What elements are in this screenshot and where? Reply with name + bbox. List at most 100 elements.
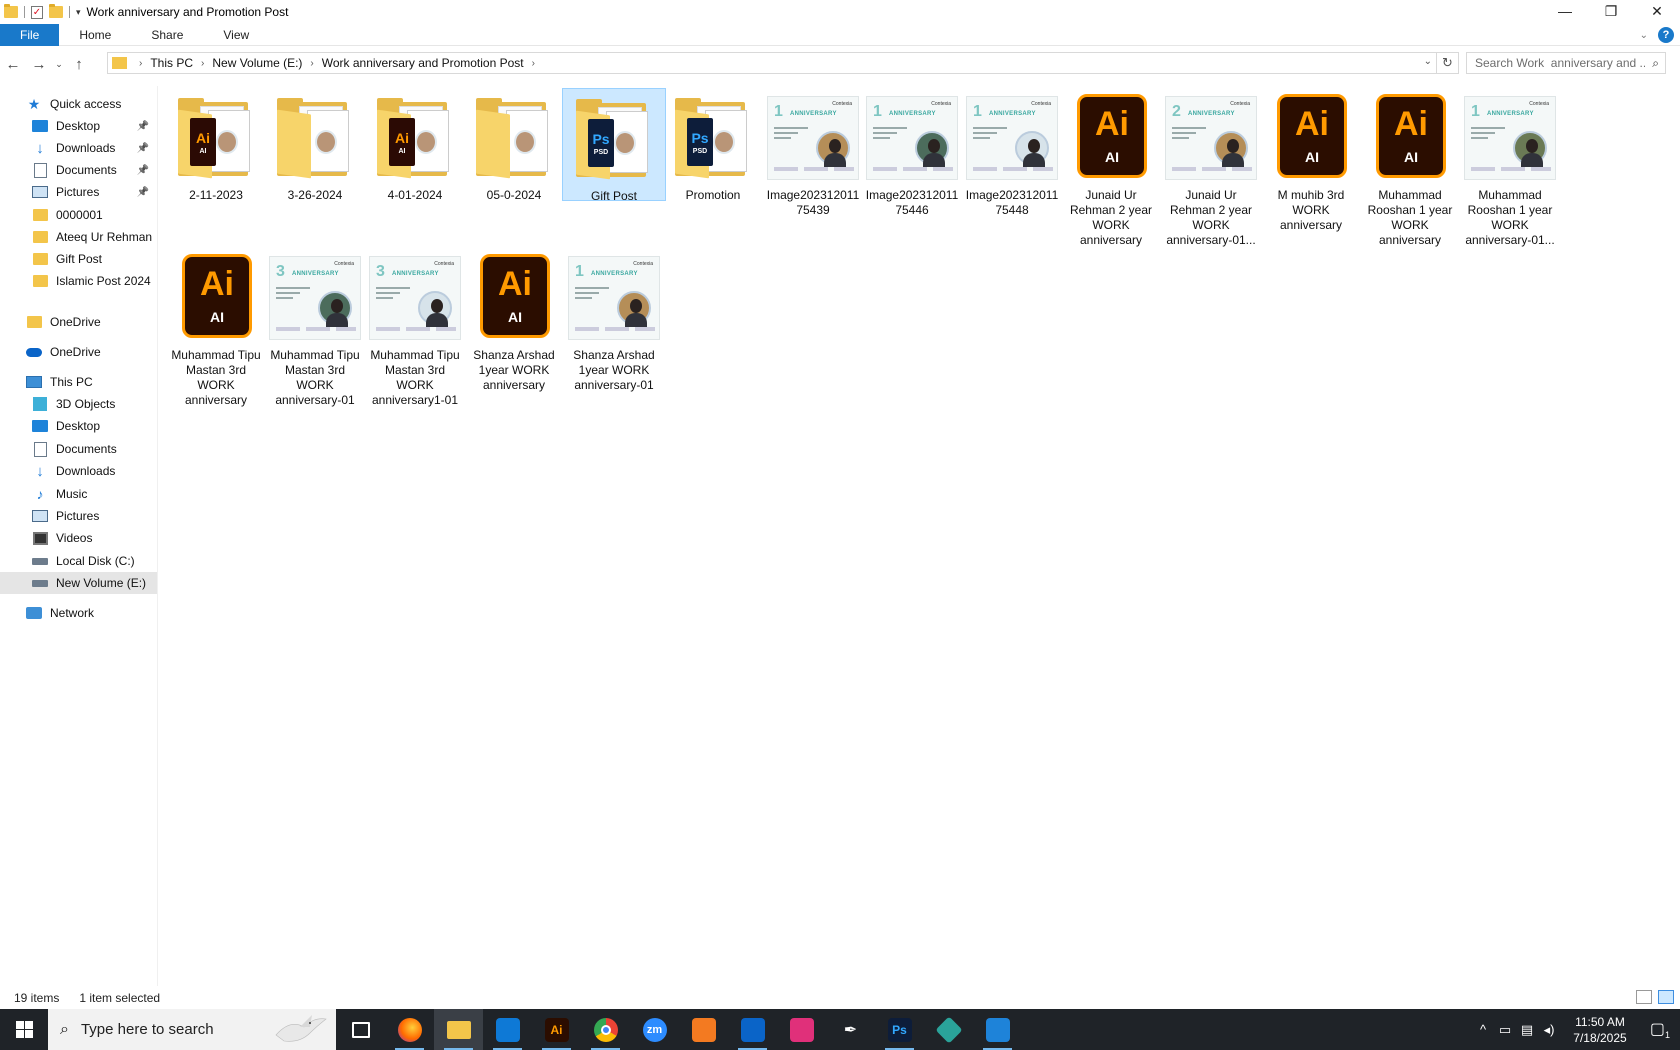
breadcrumb-current-folder[interactable]: Work anniversary and Promotion Post	[318, 56, 528, 70]
forward-arrow-icon[interactable]: →	[26, 52, 52, 76]
restore-button[interactable]: ❐	[1588, 0, 1634, 22]
sidebar-item-new-volume-e[interactable]: New Volume (E:)	[0, 572, 157, 594]
sidebar-item-gift-post[interactable]: Gift Post	[0, 248, 157, 270]
tab-view[interactable]: View	[203, 24, 269, 46]
breadcrumb-this-pc[interactable]: This PC	[146, 56, 197, 70]
new-folder-icon[interactable]	[49, 4, 63, 18]
help-icon[interactable]: ?	[1658, 27, 1674, 43]
sidebar-item-documents[interactable]: Documents	[0, 438, 157, 460]
file-item[interactable]: 05-0-2024	[462, 88, 566, 203]
sidebar-item-label: New Volume (E:)	[56, 576, 147, 590]
search-input[interactable]	[1475, 56, 1645, 70]
tab-file[interactable]: File	[0, 23, 60, 46]
ai-logo-text: Ai	[1394, 105, 1428, 143]
pin-icon[interactable]: 📌	[137, 165, 149, 176]
network-status-icon[interactable]: ▤	[1516, 1022, 1538, 1038]
taskbar-app-zoom[interactable]: zm	[630, 1009, 679, 1050]
file-item[interactable]: Ps PSD Promotion	[661, 88, 765, 203]
sidebar-item-desktop[interactable]: Desktop	[0, 415, 157, 437]
refresh-icon[interactable]: ↻	[1437, 52, 1459, 74]
close-button[interactable]: ✕	[1634, 0, 1680, 22]
taskbar-app-creative-cloud[interactable]	[777, 1009, 826, 1050]
taskbar-app-firefox[interactable]	[385, 1009, 434, 1050]
display-icon[interactable]: ▭	[1494, 1022, 1516, 1038]
address-bar[interactable]: › This PC › New Volume (E:) › Work anniv…	[107, 52, 1437, 74]
minimize-button[interactable]: —	[1542, 0, 1588, 22]
taskbar-app-outlook[interactable]	[728, 1009, 777, 1050]
sidebar-item-videos[interactable]: Videos	[0, 527, 157, 549]
start-button[interactable]	[0, 1009, 48, 1050]
sidebar-item-quick-access[interactable]: ★ Quick access	[0, 93, 157, 115]
file-item[interactable]: 2 ANNIVERSARY Contexia Junaid Ur Rehman 2 y…	[1159, 88, 1263, 248]
sidebar-item-pictures[interactable]: Pictures	[0, 505, 157, 527]
pin-icon[interactable]: 📌	[137, 121, 149, 132]
breadcrumb-chevron-icon[interactable]: ›	[135, 58, 146, 69]
details-view-icon[interactable]	[1636, 990, 1652, 1004]
pin-icon[interactable]: 📌	[137, 143, 149, 154]
file-item[interactable]: 1 ANNIVERSARY Contexia Shanza Arshad 1year …	[562, 248, 666, 393]
back-arrow-icon[interactable]: ←	[0, 52, 26, 76]
file-item[interactable]: Ai AI 2-11-2023	[164, 88, 268, 203]
customize-toolbar-icon[interactable]: ▾	[76, 7, 81, 18]
file-item[interactable]: Ai AI Junaid Ur Rehman 2 year WORK anniver…	[1059, 88, 1163, 248]
properties-icon[interactable]: ✓	[31, 5, 43, 19]
tab-share[interactable]: Share	[131, 24, 203, 46]
breadcrumb-chevron-icon[interactable]: ›	[306, 58, 317, 69]
tab-home[interactable]: Home	[59, 24, 131, 46]
file-item[interactable]: 3-26-2024	[263, 88, 367, 203]
sidebar-item-islamic-post-2024[interactable]: Islamic Post 2024	[0, 270, 157, 292]
sidebar-item-music[interactable]: ♪ Music	[0, 483, 157, 505]
address-dropdown-icon[interactable]: ⌄	[1424, 56, 1432, 67]
file-item[interactable]: Ai AI M muhib 3rd WORK anniversary	[1259, 88, 1363, 233]
volume-icon[interactable]: ◂)	[1538, 1022, 1560, 1038]
pin-icon[interactable]: 📌	[137, 187, 149, 198]
breadcrumb-chevron-icon[interactable]: ›	[197, 58, 208, 69]
breadcrumb-chevron-icon[interactable]: ›	[528, 58, 539, 69]
up-arrow-icon[interactable]: ↑	[66, 52, 92, 76]
file-item[interactable]: 1 ANNIVERSARY Contexia Image202312011 75446	[860, 88, 964, 218]
notification-icon[interactable]: ▢1	[1640, 1019, 1680, 1040]
taskbar-app-illustrator[interactable]: Ai	[532, 1009, 581, 1050]
taskbar-search[interactable]: ⌕ Type here to search	[48, 1009, 336, 1050]
file-item[interactable]: Ai AI Muhammad Rooshan 1 year WORK anniver…	[1358, 88, 1462, 248]
sidebar-item-ateeq-ur-rehman[interactable]: Ateeq Ur Rehman	[0, 226, 157, 248]
file-item[interactable]: 1 ANNIVERSARY Contexia Muhammad Rooshan 1 y…	[1458, 88, 1562, 248]
taskbar-app-pen-tool[interactable]: ✒	[826, 1009, 875, 1050]
search-box[interactable]: ⌕	[1466, 52, 1666, 74]
recent-locations-chevron-icon[interactable]: ⌄	[52, 52, 66, 76]
taskbar-app-xampp[interactable]	[679, 1009, 728, 1050]
sidebar-item-pictures[interactable]: Pictures 📌	[0, 181, 157, 203]
taskbar-app-chrome[interactable]	[581, 1009, 630, 1050]
sidebar-item-0000001[interactable]: 0000001	[0, 204, 157, 226]
sidebar-item-onedrive-personal[interactable]: OneDrive	[0, 311, 157, 333]
clock[interactable]: 11:50 AM 7/18/2025	[1560, 1014, 1640, 1046]
sidebar-item-3d-objects[interactable]: 3D Objects	[0, 393, 157, 415]
sidebar-item-downloads[interactable]: ↓ Downloads	[0, 460, 157, 482]
large-icons-view-icon[interactable]	[1658, 990, 1674, 1004]
file-item[interactable]: 1 ANNIVERSARY Contexia Image202312011 75448	[960, 88, 1064, 218]
sidebar-item-this-pc[interactable]: This PC	[0, 371, 157, 393]
taskbar-app-vscode[interactable]	[483, 1009, 532, 1050]
taskbar-app-file-explorer[interactable]	[434, 1009, 483, 1050]
file-item[interactable]: Ai AI Shanza Arshad 1year WORK anniversary	[462, 248, 566, 393]
sidebar-item-desktop[interactable]: Desktop 📌	[0, 115, 157, 137]
search-icon[interactable]: ⌕	[1652, 56, 1659, 71]
sidebar-item-downloads[interactable]: ↓ Downloads 📌	[0, 137, 157, 159]
file-item[interactable]: Ps PSD Gift Post	[562, 88, 666, 203]
expand-ribbon-icon[interactable]: ⌄	[1640, 30, 1648, 41]
file-item[interactable]: Ai AI 4-01-2024	[363, 88, 467, 203]
show-hidden-icons-chevron-icon[interactable]: ^	[1472, 1022, 1494, 1037]
sidebar-item-onedrive[interactable]: OneDrive	[0, 341, 157, 363]
breadcrumb-new-volume[interactable]: New Volume (E:)	[208, 56, 306, 70]
file-item[interactable]: 1 ANNIVERSARY Contexia Image202312011 75439	[761, 88, 865, 218]
taskbar-app-photoshop[interactable]: Ps	[875, 1009, 924, 1050]
file-item[interactable]: 3 ANNIVERSARY Contexia Muhammad Tipu Mastan…	[363, 248, 467, 408]
file-item[interactable]: 3 ANNIVERSARY Contexia Muhammad Tipu Mastan…	[263, 248, 367, 408]
sidebar-item-documents[interactable]: Documents 📌	[0, 159, 157, 181]
sidebar-item-network[interactable]: Network	[0, 602, 157, 624]
file-item[interactable]: Ai AI Muhammad Tipu Mastan 3rd WORK annive…	[164, 248, 268, 408]
taskbar-app-photos[interactable]	[973, 1009, 1022, 1050]
taskbar-app-task-view[interactable]	[336, 1009, 385, 1050]
taskbar-app-app-diamond[interactable]	[924, 1009, 973, 1050]
sidebar-item-local-disk-c[interactable]: Local Disk (C:)	[0, 550, 157, 572]
